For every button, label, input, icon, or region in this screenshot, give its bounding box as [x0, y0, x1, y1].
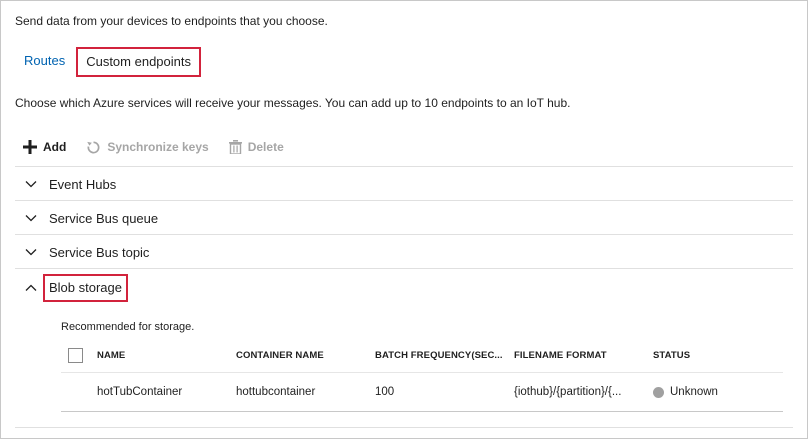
- plus-icon: [23, 140, 37, 154]
- section-label: Service Bus queue: [49, 210, 159, 226]
- synchronize-keys-button[interactable]: Synchronize keys: [86, 140, 209, 155]
- column-header-batch-frequency[interactable]: BATCH FREQUENCY(SEC...: [375, 350, 514, 361]
- chevron-down-icon: [25, 248, 39, 256]
- chevron-down-icon: [25, 180, 39, 188]
- trash-icon: [228, 140, 242, 154]
- tab-routes[interactable]: Routes: [15, 47, 74, 77]
- delete-button-label: Delete: [247, 140, 284, 154]
- delete-button[interactable]: Delete: [228, 140, 284, 154]
- page-description: Send data from your devices to endpoints…: [15, 14, 328, 28]
- endpoint-batch-frequency: 100: [375, 386, 395, 398]
- section-service-bus-topic[interactable]: Service Bus topic: [15, 234, 793, 269]
- toolbar: Add Synchronize keys Delete: [23, 137, 304, 157]
- endpoint-status: Unknown: [653, 386, 773, 398]
- tab-bar: Routes Custom endpoints: [15, 47, 201, 77]
- endpoint-container: hottubcontainer: [236, 386, 316, 398]
- refresh-icon: [87, 141, 100, 153]
- column-header-container-name[interactable]: CONTAINER NAME: [236, 350, 375, 361]
- section-blob-storage[interactable]: Blob storage: [15, 268, 793, 307]
- tab-custom-endpoints[interactable]: Custom endpoints: [76, 47, 201, 77]
- endpoints-panel: Send data from your devices to endpoints…: [0, 0, 808, 439]
- status-label: Unknown: [670, 386, 718, 398]
- chevron-up-icon: [25, 284, 39, 292]
- section-label: Blob storage: [43, 274, 128, 302]
- blob-recommendation: Recommended for storage.: [61, 321, 195, 333]
- section-label: Service Bus topic: [49, 244, 150, 260]
- add-button-label: Add: [43, 140, 67, 154]
- section-event-hubs[interactable]: Event Hubs: [15, 166, 793, 201]
- status-unknown-icon: [653, 386, 664, 398]
- table-row[interactable]: hotTubContainer hottubcontainer 100 {iot…: [61, 373, 783, 412]
- synchronize-keys-label: Synchronize keys: [107, 140, 209, 154]
- divider: [15, 427, 793, 428]
- table-header: NAME CONTAINER NAME BATCH FREQUENCY(SEC.…: [61, 339, 783, 373]
- column-header-name[interactable]: NAME: [97, 350, 236, 361]
- section-service-bus-queue[interactable]: Service Bus queue: [15, 200, 793, 235]
- endpoint-filename-format: {iothub}/{partition}/{...: [514, 386, 622, 398]
- endpoint-name: hotTubContainer: [97, 386, 183, 398]
- chevron-down-icon: [25, 214, 39, 222]
- column-header-status[interactable]: STATUS: [653, 350, 773, 361]
- blob-endpoints-table: NAME CONTAINER NAME BATCH FREQUENCY(SEC.…: [61, 339, 783, 412]
- section-label: Event Hubs: [49, 176, 117, 192]
- add-button[interactable]: Add: [23, 140, 66, 154]
- endpoints-info-text: Choose which Azure services will receive…: [15, 96, 571, 110]
- select-all-checkbox[interactable]: [68, 348, 83, 363]
- column-header-filename-format[interactable]: FILENAME FORMAT: [514, 350, 653, 361]
